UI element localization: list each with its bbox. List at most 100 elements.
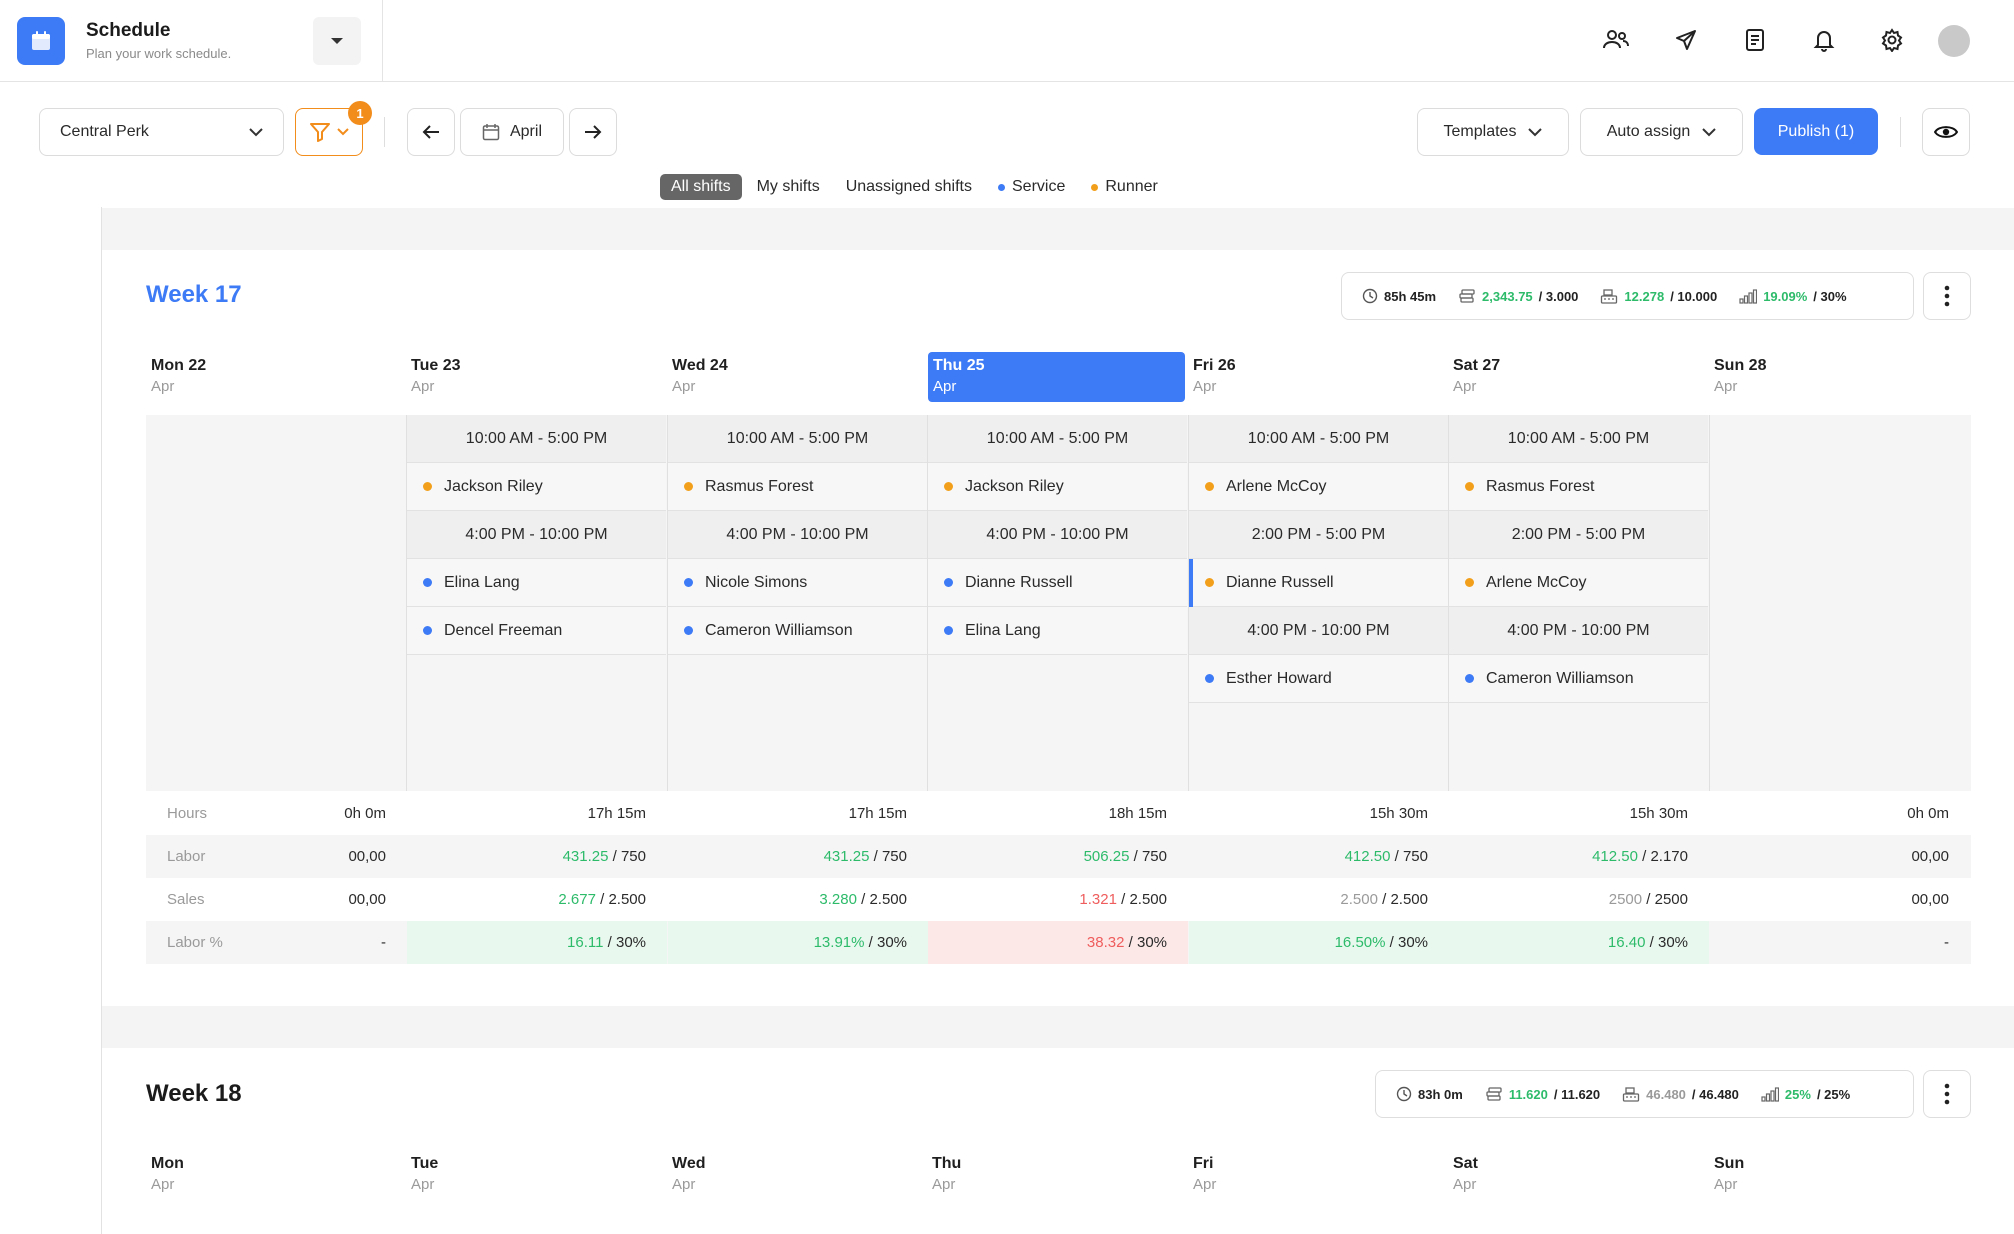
day-header[interactable]: Wed Apr: [667, 1150, 907, 1200]
week-17-more-button[interactable]: [1923, 272, 1971, 320]
day-header[interactable]: Mon 22 Apr: [146, 352, 386, 402]
week-17-title: Week 17: [146, 281, 242, 308]
day-month: Apr: [932, 1176, 956, 1193]
calendar-icon: [17, 17, 65, 65]
app-switcher-button[interactable]: [313, 17, 361, 65]
tab-service[interactable]: Service: [987, 174, 1076, 200]
shift-time-slot[interactable]: 10:00 AM - 5:00 PM: [1189, 415, 1448, 463]
day-header[interactable]: Fri Apr: [1188, 1150, 1428, 1200]
week-separator: [102, 1006, 2014, 1048]
service-dot-icon: [423, 626, 432, 635]
shift-assignee[interactable]: Cameron Williamson: [1449, 655, 1708, 703]
shift-assignee[interactable]: Dianne Russell: [1189, 559, 1448, 607]
day-header[interactable]: Thu Apr: [927, 1150, 1167, 1200]
shift-time-slot[interactable]: 4:00 PM - 10:00 PM: [407, 511, 666, 559]
shift-time-slot[interactable]: 2:00 PM - 5:00 PM: [1449, 511, 1708, 559]
day-month: Apr: [1714, 378, 1738, 395]
shift-assignee[interactable]: Arlene McCoy: [1449, 559, 1708, 607]
send-icon[interactable]: [1668, 22, 1704, 58]
day-header[interactable]: Sun 28 Apr: [1709, 352, 1949, 402]
summary-value: 00,00: [1709, 878, 1949, 921]
assignee-name: Dianne Russell: [1226, 573, 1334, 591]
location-select[interactable]: Central Perk: [39, 108, 284, 156]
shift-time-slot[interactable]: 10:00 AM - 5:00 PM: [928, 415, 1187, 463]
summary-value: 2500 / 2500: [1448, 878, 1688, 921]
users-icon[interactable]: [1598, 22, 1634, 58]
shift-time-slot[interactable]: 4:00 PM - 10:00 PM: [928, 511, 1187, 559]
shift-time-label: 4:00 PM - 10:00 PM: [1247, 621, 1390, 639]
document-icon[interactable]: [1737, 22, 1773, 58]
day-header[interactable]: Sat 27 Apr: [1448, 352, 1688, 402]
shift-time-slot[interactable]: 2:00 PM - 5:00 PM: [1189, 511, 1448, 559]
summary-target: / 30%: [607, 934, 646, 951]
day-header[interactable]: Tue Apr: [406, 1150, 646, 1200]
runner-dot-icon: [1465, 578, 1474, 587]
summary-value: 16.11 / 30%: [406, 921, 646, 964]
day-header[interactable]: Thu 25 Apr: [928, 352, 1185, 402]
day-header[interactable]: Sun Apr: [1709, 1150, 1949, 1200]
shift-assignee[interactable]: Rasmus Forest: [668, 463, 927, 511]
summary-value: 18h 15m: [1108, 805, 1167, 822]
tab-my-shifts[interactable]: My shifts: [746, 174, 831, 200]
bell-icon[interactable]: [1806, 22, 1842, 58]
filter-count-badge: 1: [348, 101, 372, 125]
labor-cost-stat: 2,343.75 / 3.000: [1458, 288, 1578, 304]
shift-time-slot[interactable]: 4:00 PM - 10:00 PM: [668, 511, 927, 559]
templates-label: Templates: [1443, 123, 1517, 140]
previous-month-button[interactable]: [407, 108, 455, 156]
shift-assignee[interactable]: Jackson Riley: [407, 463, 666, 511]
shift-assignee[interactable]: Rasmus Forest: [1449, 463, 1708, 511]
settings-icon[interactable]: [1874, 22, 1910, 58]
shift-assignee[interactable]: Jackson Riley: [928, 463, 1187, 511]
sales-stat: 12.278 / 10.000: [1600, 288, 1717, 304]
summary-actual: 00,00: [348, 891, 386, 908]
week-18-more-button[interactable]: [1923, 1070, 1971, 1118]
filter-icon: [310, 123, 330, 142]
day-header[interactable]: Wed 24 Apr: [667, 352, 907, 402]
chevron-down-icon: [337, 128, 349, 136]
tab-runner[interactable]: Runner: [1080, 174, 1168, 200]
shift-time-slot[interactable]: 10:00 AM - 5:00 PM: [1449, 415, 1708, 463]
summary-value: 38.32 / 30%: [927, 921, 1167, 964]
shift-assignee[interactable]: Dencel Freeman: [407, 607, 666, 655]
shift-assignee[interactable]: Elina Lang: [407, 559, 666, 607]
service-dot-icon: [944, 578, 953, 587]
shift-assignee[interactable]: Nicole Simons: [668, 559, 927, 607]
shift-assignee[interactable]: Cameron Williamson: [668, 607, 927, 655]
summary-target: / 750: [1394, 848, 1428, 865]
day-header[interactable]: Sat Apr: [1448, 1150, 1688, 1200]
next-month-button[interactable]: [569, 108, 617, 156]
shift-time-slot[interactable]: 10:00 AM - 5:00 PM: [668, 415, 927, 463]
day-header[interactable]: Mon Apr: [146, 1150, 386, 1200]
user-avatar[interactable]: [1938, 25, 1970, 57]
shift-assignee[interactable]: Esther Howard: [1189, 655, 1448, 703]
shift-time-label: 10:00 AM - 5:00 PM: [986, 429, 1129, 447]
summary-target: / 30%: [1128, 934, 1167, 951]
shift-assignee[interactable]: Arlene McCoy: [1189, 463, 1448, 511]
shift-time-label: 10:00 AM - 5:00 PM: [465, 429, 608, 447]
tab-all-shifts[interactable]: All shifts: [660, 174, 742, 200]
day-name: Tue: [411, 1155, 439, 1172]
calendar-icon: [482, 124, 500, 141]
shift-time-label: 2:00 PM - 5:00 PM: [1511, 525, 1646, 543]
shift-time-slot[interactable]: 4:00 PM - 10:00 PM: [1449, 607, 1708, 655]
day-month: Apr: [151, 378, 175, 395]
day-header[interactable]: Tue 23 Apr: [406, 352, 646, 402]
auto-assign-dropdown[interactable]: Auto assign: [1580, 108, 1743, 156]
shift-time-slot[interactable]: 4:00 PM - 10:00 PM: [1189, 607, 1448, 655]
day-name: Sat 27: [1453, 357, 1501, 374]
toolbar-divider: [384, 117, 385, 147]
day-month: Apr: [1453, 378, 1477, 395]
shift-assignee[interactable]: Dianne Russell: [928, 559, 1187, 607]
shift-time-slot[interactable]: 10:00 AM - 5:00 PM: [407, 415, 666, 463]
eye-icon: [1934, 126, 1958, 138]
day-header[interactable]: Fri 26 Apr: [1188, 352, 1428, 402]
assignee-name: Rasmus Forest: [1486, 477, 1595, 495]
preview-toggle-button[interactable]: [1922, 108, 1970, 156]
month-picker-button[interactable]: April: [460, 108, 564, 156]
publish-button[interactable]: Publish (1): [1754, 108, 1878, 155]
tab-unassigned-shifts[interactable]: Unassigned shifts: [835, 174, 983, 200]
day-month: Apr: [1193, 378, 1217, 395]
shift-assignee[interactable]: Elina Lang: [928, 607, 1187, 655]
templates-dropdown[interactable]: Templates: [1417, 108, 1569, 156]
